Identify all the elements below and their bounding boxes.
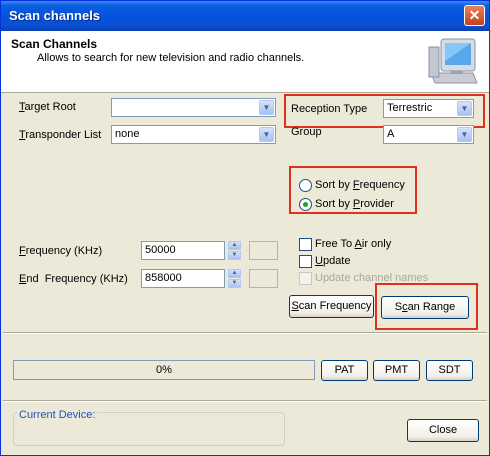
group-value: A [387,128,395,140]
arrow-up-icon[interactable]: ▲ [228,269,241,278]
header-title: Scan Channels [11,37,98,51]
sort-by-provider-label[interactable]: Sort by Provider [315,198,394,210]
chevron-down-icon[interactable]: ▼ [457,127,472,142]
reception-type-combo[interactable]: Terrestric ▼ [383,99,474,118]
frequency-input[interactable]: 50000 [141,241,225,260]
chevron-down-icon[interactable]: ▼ [457,101,472,116]
free-to-air-label[interactable]: Free To Air only [315,238,391,250]
chevron-down-icon[interactable]: ▼ [259,127,274,142]
target-root-combo[interactable]: ▼ [111,98,276,117]
arrow-down-icon[interactable]: ▼ [228,279,241,288]
arrow-up-icon[interactable]: ▲ [228,241,241,250]
scan-frequency-button[interactable]: Scan Frequency [289,295,374,318]
update-label[interactable]: Update [315,255,350,267]
end-frequency-spinner[interactable]: ▲ ▼ [228,269,241,288]
target-root-label: Target Root [19,101,76,113]
update-channel-names-checkbox [299,272,312,285]
dialog-content: Target Root ▼ Transponder List none ▼ Re… [1,94,489,455]
end-frequency-label: End Frequency (KHz) [19,273,128,285]
arrow-down-icon[interactable]: ▼ [228,251,241,260]
pat-button[interactable]: PAT [321,360,368,381]
dialog-header: Scan Channels Allows to search for new t… [1,31,489,93]
frequency-spinner[interactable]: ▲ ▼ [228,241,241,260]
reception-type-value: Terrestric [387,102,433,114]
free-to-air-checkbox[interactable] [299,238,312,251]
transponder-list-combo[interactable]: none ▼ [111,125,276,144]
scan-progress-bar: 0% [13,360,315,380]
transponder-list-label: Transponder List [19,129,102,141]
scan-channels-window: Scan channels ✕ Scan Channels Allows to … [0,0,490,456]
reception-type-label: Reception Type [291,103,368,115]
progress-text: 0% [156,364,172,376]
sort-by-provider-radio[interactable] [299,198,312,211]
separator [3,400,487,402]
title-bar: Scan channels ✕ [1,1,489,31]
transponder-list-value: none [115,128,140,140]
window-title: Scan channels [9,8,101,23]
end-frequency-input[interactable]: 858000 [141,269,225,288]
computer-monitor-icon [428,38,478,84]
sort-by-frequency-radio[interactable] [299,179,312,192]
chevron-down-icon[interactable]: ▼ [259,100,274,115]
group-combo[interactable]: A ▼ [383,125,474,144]
separator [3,332,487,334]
end-frequency-indicator [249,269,278,288]
close-button[interactable]: Close [407,419,479,442]
update-checkbox[interactable] [299,255,312,268]
scan-range-button[interactable]: Scan Range [381,296,469,319]
sort-by-frequency-label[interactable]: Sort by Frequency [315,179,405,191]
sdt-button[interactable]: SDT [426,360,473,381]
pmt-button[interactable]: PMT [373,360,420,381]
header-description: Allows to search for new television and … [37,52,305,64]
frequency-label: Frequency (KHz) [19,245,103,257]
current-device-label: Current Device: [17,409,98,421]
group-label: Group [291,126,322,138]
radio-selected-dot [303,202,308,207]
frequency-indicator [249,241,278,260]
window-close-icon[interactable]: ✕ [464,5,485,26]
